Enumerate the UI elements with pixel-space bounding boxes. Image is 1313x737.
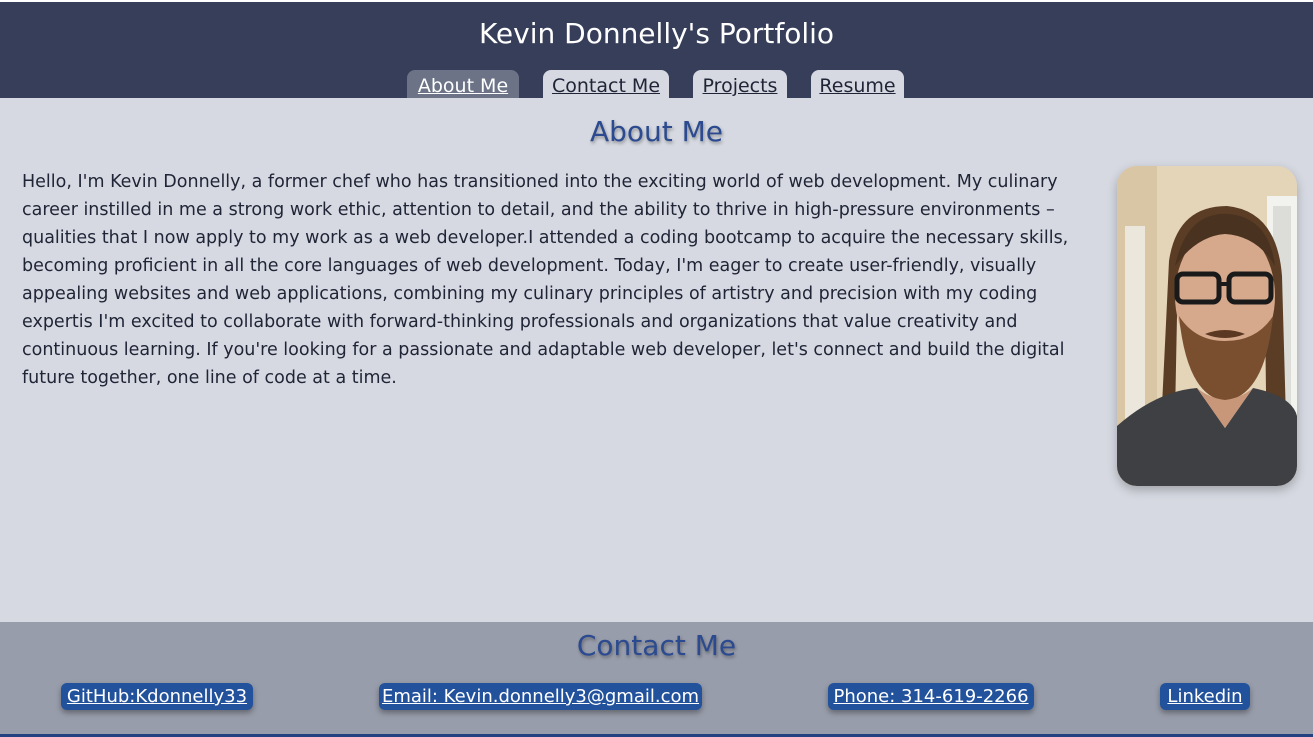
profile-photo-illustration (1117, 166, 1297, 486)
tab-about-me[interactable]: About Me (407, 70, 519, 98)
about-heading: About Me (589, 115, 724, 148)
site-title: Kevin Donnelly's Portfolio (478, 17, 835, 50)
phone-link[interactable]: Phone: 314-619-2266 (828, 683, 1034, 710)
contact-section: Contact Me GitHub:Kdonnelly33 Email: Kev… (0, 622, 1313, 734)
email-link[interactable]: Email: Kevin.donnelly3@gmail.com (379, 683, 702, 710)
about-section: About Me Hello, I'm Kevin Donnelly, a fo… (0, 98, 1313, 622)
tab-projects[interactable]: Projects (693, 70, 787, 98)
profile-photo (1117, 166, 1297, 486)
contact-heading: Contact Me (576, 629, 737, 662)
tab-resume[interactable]: Resume (811, 70, 904, 98)
github-link[interactable]: GitHub:Kdonnelly33 (61, 683, 253, 710)
portfolio-page: Kevin Donnelly's Portfolio About Me Cont… (0, 0, 1313, 737)
linkedin-link[interactable]: Linkedin (1160, 683, 1250, 710)
about-bio: Hello, I'm Kevin Donnelly, a former chef… (22, 172, 1069, 388)
tab-contact-me[interactable]: Contact Me (543, 70, 669, 98)
site-header: Kevin Donnelly's Portfolio About Me Cont… (0, 2, 1313, 98)
main-nav: About Me Contact Me Projects Resume (0, 70, 1313, 98)
